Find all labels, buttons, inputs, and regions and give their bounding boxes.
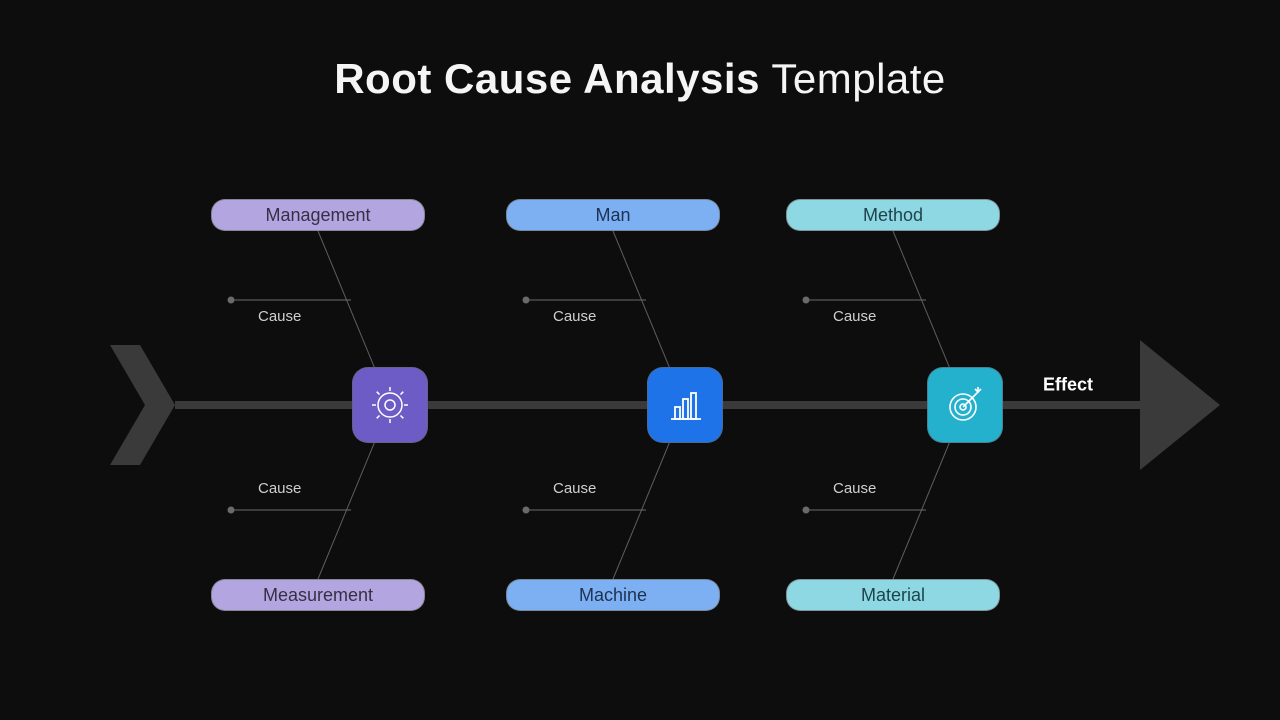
node-gear xyxy=(352,367,428,443)
effect-label: Effect xyxy=(1043,375,1093,396)
fish-head-arrow xyxy=(1140,340,1225,470)
cause-label: Cause xyxy=(833,308,876,325)
category-label: Machine xyxy=(579,585,647,606)
category-label: Material xyxy=(861,585,925,606)
gear-icon xyxy=(370,385,410,425)
cause-label: Cause xyxy=(258,480,301,497)
title-light: Template xyxy=(771,55,945,102)
category-label: Management xyxy=(265,205,370,226)
page-title: Root Cause Analysis Template xyxy=(0,55,1280,103)
node-target xyxy=(927,367,1003,443)
category-management: Management xyxy=(211,199,425,231)
category-machine: Machine xyxy=(506,579,720,611)
cause-label: Cause xyxy=(258,308,301,325)
fishbone-ribs xyxy=(0,0,1280,720)
title-bold: Root Cause Analysis xyxy=(334,55,760,102)
node-chart xyxy=(647,367,723,443)
cause-label: Cause xyxy=(553,308,596,325)
category-man: Man xyxy=(506,199,720,231)
category-material: Material xyxy=(786,579,1000,611)
category-label: Measurement xyxy=(263,585,373,606)
fish-tail xyxy=(110,345,190,465)
category-label: Method xyxy=(863,205,923,226)
category-method: Method xyxy=(786,199,1000,231)
cause-label: Cause xyxy=(833,480,876,497)
target-icon xyxy=(945,385,985,425)
bar-chart-icon xyxy=(665,385,705,425)
cause-label: Cause xyxy=(553,480,596,497)
category-measurement: Measurement xyxy=(211,579,425,611)
category-label: Man xyxy=(595,205,630,226)
